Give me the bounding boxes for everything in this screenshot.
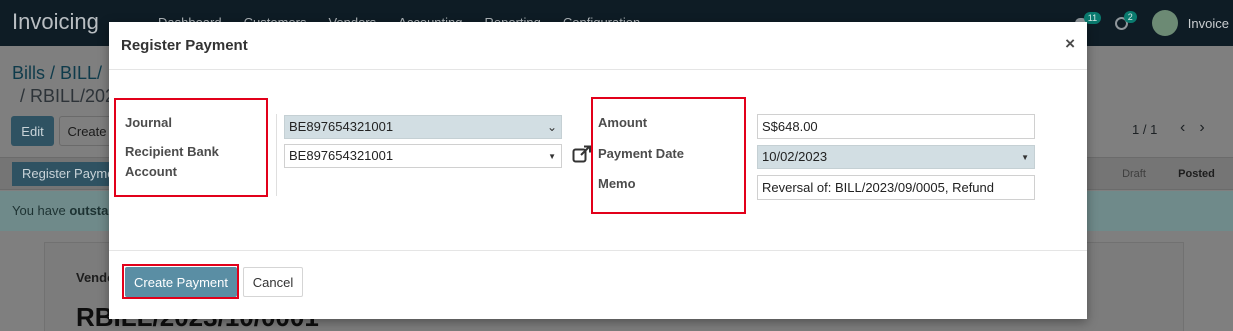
amount-input[interactable]: S$648.00 [757, 114, 1035, 139]
payment-date-field[interactable]: 10/02/2023 ▼ [757, 145, 1035, 169]
chevron-down-icon: ⌄ [546, 120, 557, 134]
breadcrumb[interactable]: Bills / BILL/ [12, 60, 102, 86]
breadcrumb-current: / RBILL/202 [20, 86, 116, 106]
caret-down-icon: ▼ [548, 152, 556, 161]
recipient-bank-value: BE897654321001 [289, 148, 394, 163]
recipient-bank-label-line2: Account [125, 164, 177, 179]
stage-posted: Posted [1178, 168, 1215, 180]
recipient-bank-label-line1: Recipient Bank [125, 144, 219, 159]
activity-badge: 2 [1123, 10, 1137, 23]
recipient-bank-select[interactable]: BE897654321001 ▼ [284, 144, 562, 168]
edit-button[interactable]: Edit [11, 116, 54, 146]
external-link-icon[interactable] [572, 145, 592, 163]
caret-down-icon: ▼ [1021, 153, 1029, 162]
create-payment-button[interactable]: Create Payment [125, 267, 237, 297]
activity-button[interactable]: 2 [1114, 10, 1137, 30]
systray: 11 2 Invoice [1074, 8, 1233, 38]
dialog-header: Register Payment × [109, 22, 1087, 70]
stage-draft: Draft [1122, 168, 1146, 180]
register-payment-dialog: Register Payment × Journal Recipient Ban… [109, 22, 1087, 319]
cancel-button[interactable]: Cancel [243, 267, 303, 297]
payment-date-label: Payment Date [598, 146, 684, 161]
column-divider [276, 114, 277, 196]
register-payment-button[interactable]: Register Payme [12, 162, 122, 186]
amount-label: Amount [598, 115, 648, 130]
chevron-right-icon[interactable]: › [1199, 119, 1204, 137]
payment-date-value: 10/02/2023 [762, 149, 828, 164]
recipient-bank-label: Recipient Bank Account [125, 142, 219, 182]
journal-select[interactable]: BE897654321001 ⌄ [284, 115, 562, 139]
journal-label: Journal [125, 115, 172, 130]
create-button[interactable]: Create [59, 116, 115, 146]
close-icon[interactable]: × [1065, 34, 1075, 54]
avatar[interactable] [1151, 10, 1178, 36]
memo-label: Memo [598, 176, 636, 191]
dialog-title: Register Payment [121, 37, 248, 54]
alert-text: You have [12, 203, 70, 218]
user-name[interactable]: Invoice [1188, 16, 1229, 31]
pager-arrows: ‹ › [1180, 119, 1205, 137]
alert-bold-text: outstar [69, 203, 114, 218]
pager-value: 1 / 1 [1132, 122, 1158, 137]
chevron-left-icon[interactable]: ‹ [1180, 119, 1185, 137]
app-name[interactable]: Invoicing [12, 9, 99, 35]
journal-value: BE897654321001 [289, 119, 394, 134]
memo-input[interactable]: Reversal of: BILL/2023/09/0005, Refund [757, 175, 1035, 200]
